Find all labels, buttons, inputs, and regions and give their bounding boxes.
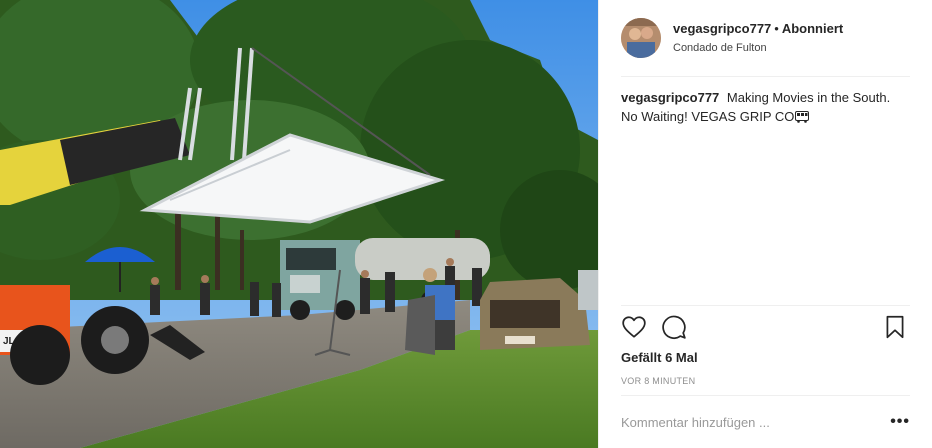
- comment-input[interactable]: [621, 414, 861, 430]
- film-set-photo: JLG: [0, 0, 598, 448]
- post-caption: vegasgripco777 Making Movies in the Sout…: [621, 88, 910, 128]
- bus-icon: [795, 109, 810, 128]
- header-divider: [621, 76, 910, 77]
- actions-divider: [621, 305, 910, 306]
- header-username[interactable]: vegasgripco777: [673, 21, 771, 36]
- follow-status-button[interactable]: Abonniert: [782, 21, 843, 36]
- action-bar: [621, 314, 910, 342]
- caption-username[interactable]: vegasgripco777: [621, 90, 719, 105]
- post-sidebar: vegasgripco777 • Abonniert Condado de Fult…: [598, 0, 932, 448]
- instagram-post: JLG vegasgripco777 • Abonniert Condado d…: [0, 0, 932, 448]
- more-options-icon[interactable]: •••: [890, 413, 910, 431]
- bookmark-icon[interactable]: [882, 314, 910, 342]
- post-timestamp[interactable]: VOR 8 MINUTEN: [621, 376, 695, 386]
- profile-avatar[interactable]: [621, 18, 661, 58]
- comment-icon[interactable]: [661, 314, 689, 342]
- header-line: vegasgripco777 • Abonniert: [673, 21, 843, 37]
- header-text: vegasgripco777 • Abonniert Condado de Fult…: [673, 21, 843, 55]
- location-link[interactable]: Condado de Fulton: [673, 41, 843, 55]
- header-separator: •: [774, 21, 779, 36]
- like-count[interactable]: Gefällt 6 Mal: [621, 350, 698, 365]
- avatar-image: [621, 18, 661, 58]
- comment-bar: •••: [621, 408, 910, 436]
- post-header: vegasgripco777 • Abonniert Condado de Fult…: [621, 16, 910, 60]
- comment-divider: [621, 395, 910, 396]
- post-photo[interactable]: JLG: [0, 0, 598, 448]
- heart-icon[interactable]: [621, 314, 649, 342]
